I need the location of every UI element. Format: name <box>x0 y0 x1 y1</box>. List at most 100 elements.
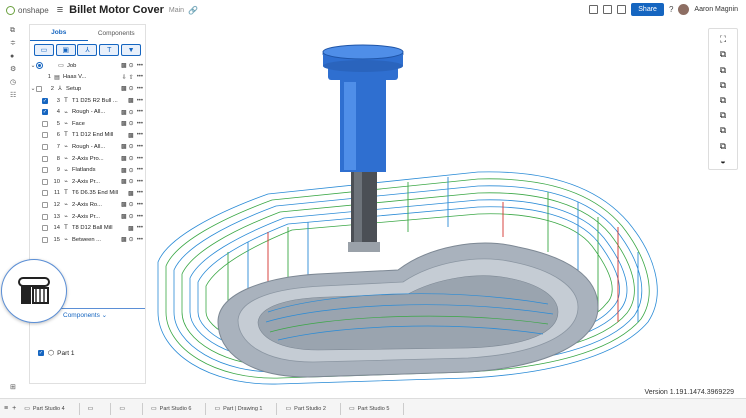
tree-row[interactable]: 13 ⌁ 2-Axis Pr... ▩ ⊙ ••• <box>30 211 145 223</box>
tab-components[interactable]: Components <box>88 25 146 41</box>
stock-icon[interactable]: ▩ <box>121 178 127 185</box>
operation-checkbox[interactable] <box>42 236 48 243</box>
user-name[interactable]: Aaron Magnin <box>694 6 738 13</box>
play-icon[interactable]: ⊙ <box>129 120 134 127</box>
more-options-icon[interactable]: ••• <box>137 225 143 231</box>
view-top-icon[interactable]: ⧉ <box>716 80 730 91</box>
setup-checkbox[interactable] <box>36 85 42 92</box>
versions-icon[interactable] <box>589 5 599 14</box>
onshape-logo[interactable]: onshape <box>6 5 49 15</box>
avatar[interactable] <box>678 4 690 15</box>
help-button[interactable]: ? <box>669 5 673 14</box>
more-options-icon[interactable]: ••• <box>137 202 143 208</box>
view-bottom-icon[interactable]: ⧉ <box>716 95 730 106</box>
stock-icon[interactable]: ▩ <box>121 201 127 208</box>
play-icon[interactable]: ⊙ <box>129 201 134 208</box>
play-icon[interactable]: ⊙ <box>129 236 134 243</box>
tree-row[interactable]: 10 ⌁ 2-Axis Pr... ▩ ⊙ ••• <box>30 176 145 188</box>
document-tab[interactable]: ▭ Part | Drawing 1 <box>210 402 278 415</box>
more-options-icon[interactable]: ••• <box>137 144 143 150</box>
document-tab[interactable]: ▭ Part Studio 4 <box>20 402 80 415</box>
tools-icon[interactable]: ⚙ <box>10 66 18 74</box>
tree-row[interactable]: 6 T T1 D12 End Mill ▩ ••• <box>30 130 145 142</box>
share-button[interactable]: Share <box>631 3 664 16</box>
more-options-icon[interactable]: ••• <box>137 237 143 243</box>
view-front-icon[interactable]: ⧉ <box>716 49 730 60</box>
document-tab[interactable]: ▭ <box>84 402 112 415</box>
more-options-icon[interactable]: ••• <box>137 132 143 138</box>
stock-icon[interactable]: ▩ <box>121 109 127 116</box>
tree-row[interactable]: 12 ⌁ 2-Axis Ro... ▩ ⊙ ••• <box>30 199 145 211</box>
more-options-icon[interactable]: ••• <box>137 121 143 127</box>
view-right-icon[interactable]: ⧉ <box>716 125 730 136</box>
operation-checkbox[interactable] <box>42 190 48 197</box>
operation-checkbox[interactable] <box>42 132 48 139</box>
operation-checkbox[interactable] <box>42 225 48 232</box>
variables-icon[interactable]: ≑ <box>10 40 18 48</box>
more-options-icon[interactable]: ••• <box>137 156 143 162</box>
play-icon[interactable]: ⊙ <box>129 85 134 92</box>
more-options-icon[interactable]: ••• <box>137 214 143 220</box>
stock-icon[interactable]: ▩ <box>121 167 127 174</box>
tree-row[interactable]: 1 ▤ Haas V... ⇩ ⇧ ••• <box>30 72 145 84</box>
operation-checkbox[interactable] <box>42 155 48 162</box>
tree-row[interactable]: 5 ⌁ Face ▩ ⊙ ••• <box>30 118 145 130</box>
operation-checkbox[interactable]: ✓ <box>42 109 48 116</box>
more-options-icon[interactable]: ••• <box>137 190 143 196</box>
stock-icon[interactable]: ▩ <box>121 213 127 220</box>
tree-row[interactable]: ⌄ ▭ Job ▩ ⊙ ••• <box>30 60 145 72</box>
comments-icon[interactable]: ● <box>10 53 18 61</box>
tree-row[interactable]: 9 ⌁ Flatlands ▩ ⊙ ••• <box>30 164 145 176</box>
document-tab[interactable]: ▭ Part Studio 2 <box>281 402 341 415</box>
list-icon[interactable]: ☷ <box>10 92 18 100</box>
download-icon[interactable]: ⇩ <box>122 74 127 81</box>
operation-checkbox[interactable] <box>42 120 48 127</box>
tab-jobs[interactable]: Jobs <box>30 25 88 41</box>
tab-menu-icon[interactable]: ≡ <box>4 405 8 412</box>
active-job-radio[interactable] <box>36 62 43 70</box>
filter-icon[interactable]: ▼ <box>121 44 142 56</box>
document-title[interactable]: Billet Motor Cover <box>69 4 164 16</box>
more-options-icon[interactable]: ••• <box>137 109 143 115</box>
document-tab[interactable]: ▭ Part Studio 5 <box>345 402 405 415</box>
document-tab[interactable]: ▭ Part Studio 6 <box>147 402 207 415</box>
stock-icon[interactable]: ▩ <box>121 143 127 150</box>
stock-icon[interactable]: ▩ <box>121 236 127 243</box>
more-options-icon[interactable]: ••• <box>137 98 143 104</box>
stock-icon[interactable]: ▩ <box>128 225 134 232</box>
operation-checkbox[interactable] <box>42 143 48 150</box>
branch-label[interactable]: Main <box>169 7 184 14</box>
save-icon[interactable]: ▣ <box>55 44 76 56</box>
operation-checkbox[interactable]: ✓ <box>42 97 48 104</box>
operation-checkbox[interactable] <box>42 167 48 174</box>
link-icon[interactable]: 🔗 <box>188 6 198 15</box>
play-icon[interactable]: ⊙ <box>129 167 134 174</box>
document-tab[interactable]: ▭ <box>115 402 143 415</box>
stock-icon[interactable]: ▩ <box>128 97 134 104</box>
part-checkbox[interactable]: ✓ <box>38 350 44 356</box>
more-options-icon[interactable]: ••• <box>137 63 143 69</box>
stock-icon[interactable]: ▩ <box>121 120 127 127</box>
more-options-icon[interactable]: ••• <box>137 74 143 80</box>
feature-tree-icon[interactable]: ⧉ <box>10 27 18 35</box>
stock-icon[interactable]: ▩ <box>121 62 127 69</box>
open-folder-icon[interactable]: ▭ <box>33 44 54 56</box>
3d-viewport[interactable] <box>148 22 708 390</box>
stock-icon[interactable]: ▩ <box>128 190 134 197</box>
play-icon[interactable]: ⊙ <box>129 155 134 162</box>
tree-row[interactable]: 11 T T6 D6.35 End Mill ▩ ••• <box>30 188 145 200</box>
stock-icon[interactable]: ▩ <box>128 132 134 139</box>
operation-checkbox[interactable] <box>42 178 48 185</box>
tool-icon[interactable]: T <box>99 44 120 56</box>
operation-checkbox[interactable] <box>42 213 48 220</box>
play-icon[interactable]: ⊙ <box>129 109 134 116</box>
view-left-icon[interactable]: ⧉ <box>716 110 730 121</box>
tree-row[interactable]: ✓ 4 ⌁ Rough - All... ▩ ⊙ ••• <box>30 106 145 118</box>
play-icon[interactable]: ⊙ <box>129 213 134 220</box>
tree-row[interactable]: 14 T T8 D12 Ball Mill ▩ ••• <box>30 222 145 234</box>
render-mode-icon[interactable]: ◒ <box>716 156 730 167</box>
operation-checkbox[interactable] <box>42 201 48 208</box>
view-iso-icon[interactable]: ⧉ <box>716 141 730 152</box>
play-icon[interactable]: ⊙ <box>129 143 134 150</box>
notifications-icon[interactable] <box>603 5 613 14</box>
